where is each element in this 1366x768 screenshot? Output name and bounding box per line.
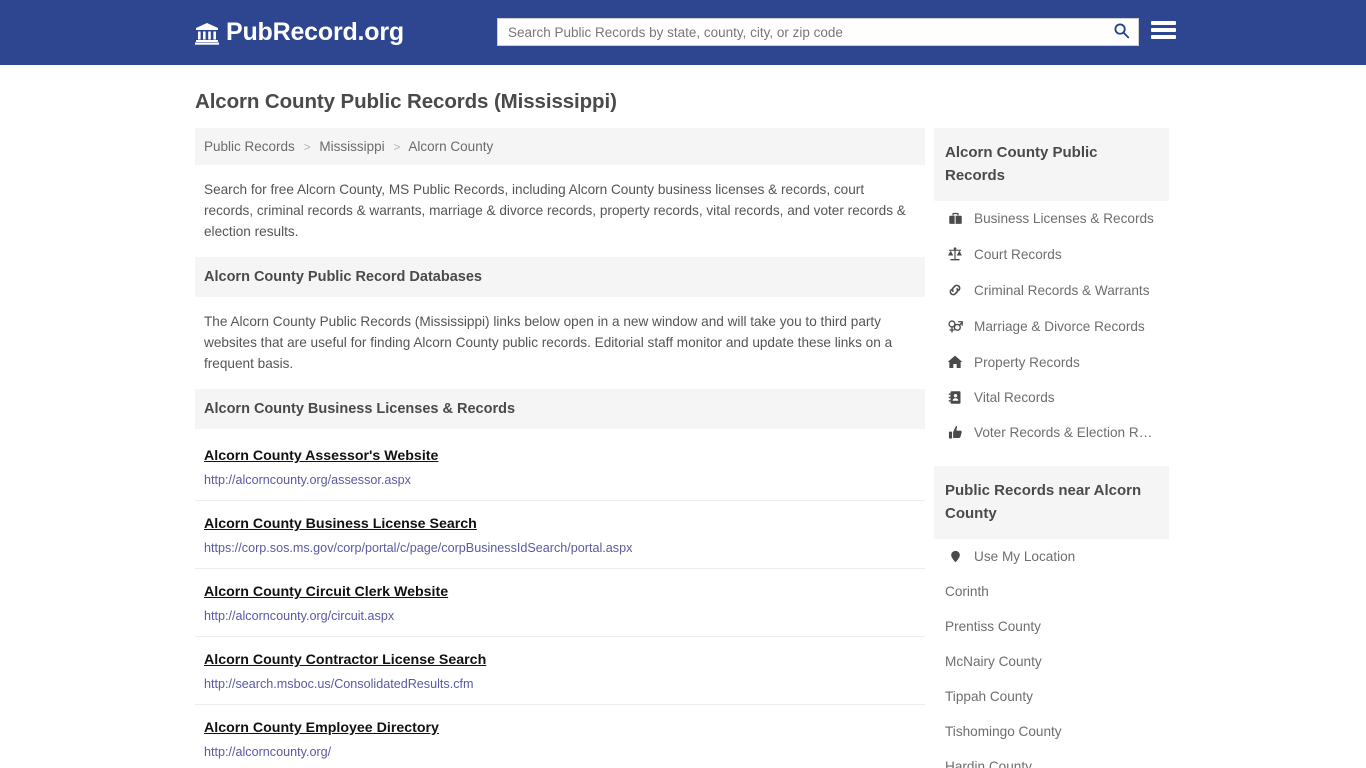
sidebar-records-list: Business Licenses & Records Court Record… (934, 201, 1169, 450)
search-bar (497, 18, 1139, 46)
search-icon (1113, 22, 1130, 42)
sidebar-item-vital-records[interactable]: Vital Records (934, 380, 1169, 415)
handcuffs-chain-icon (945, 282, 965, 298)
databases-paragraph: The Alcorn County Public Records (Missis… (204, 314, 893, 371)
sidebar-item-tishomingo-county[interactable]: Tishomingo County (934, 714, 1169, 749)
sidebar-item-tippah-county[interactable]: Tippah County (934, 679, 1169, 714)
sidebar-item-corinth[interactable]: Corinth (934, 574, 1169, 609)
hamburger-bar (1151, 35, 1176, 39)
sidebar-item-label: Corinth (945, 584, 989, 599)
sidebar-item-prentiss-county[interactable]: Prentiss County (934, 609, 1169, 644)
sidebar-item-label: McNairy County (945, 654, 1042, 669)
sidebar-item-label: Marriage & Divorce Records (974, 318, 1145, 334)
sidebar-item-mcnairy-county[interactable]: McNairy County (934, 644, 1169, 679)
list-item: Alcorn County Contractor License Search … (195, 637, 925, 705)
address-book-icon (945, 390, 965, 405)
list-item: Alcorn County Assessor's Website http://… (195, 429, 925, 501)
site-header: PubRecord.org (0, 0, 1366, 65)
record-link-url: http://alcorncounty.org/assessor.aspx (204, 473, 411, 487)
list-item: Alcorn County Business License Search ht… (195, 501, 925, 569)
sidebar-nearby-list: Use My Location Corinth Prentiss County … (934, 539, 1169, 768)
sidebar-item-label: Tippah County (945, 689, 1033, 704)
breadcrumb-separator: > (303, 140, 311, 154)
breadcrumb-item-alcorn-county[interactable]: Alcorn County (408, 139, 493, 154)
sidebar-item-label: Hardin County (945, 759, 1032, 768)
main-content: Public Records > Mississippi > Alcorn Co… (195, 128, 925, 768)
sidebar-item-court-records[interactable]: Court Records (934, 236, 1169, 272)
sidebar-nearby-heading: Public Records near Alcorn County (934, 466, 1169, 539)
sidebar-item-criminal-records[interactable]: Criminal Records & Warrants (934, 272, 1169, 308)
site-logo-link[interactable]: PubRecord.org (195, 18, 404, 47)
databases-section-heading: Alcorn County Public Record Databases (195, 257, 925, 297)
sidebar-item-label: Prentiss County (945, 619, 1041, 634)
breadcrumb: Public Records > Mississippi > Alcorn Co… (195, 128, 925, 165)
business-licenses-section-heading: Alcorn County Business Licenses & Record… (195, 389, 925, 429)
sidebar-nearby-card: Public Records near Alcorn County Use My… (934, 466, 1169, 768)
list-item: Alcorn County Circuit Clerk Website http… (195, 569, 925, 637)
record-link-title[interactable]: Alcorn County Employee Directory (204, 720, 439, 736)
record-link-list: Alcorn County Assessor's Website http://… (195, 429, 925, 768)
sidebar-item-label: Tishomingo County (945, 724, 1062, 739)
sidebar-item-label: Voter Records & Election R… (974, 425, 1153, 440)
list-item: Alcorn County Employee Directory http://… (195, 705, 925, 768)
sidebar-item-label: Business Licenses & Records (974, 211, 1154, 226)
record-link-url: http://alcorncounty.org/circuit.aspx (204, 609, 395, 623)
sidebar-item-label: Use My Location (974, 549, 1076, 564)
record-link-title[interactable]: Alcorn County Business License Search (204, 516, 477, 532)
sidebar-item-property-records[interactable]: Property Records (934, 344, 1169, 380)
sidebar-item-business-licenses[interactable]: Business Licenses & Records (934, 201, 1169, 236)
site-brand-name: PubRecord.org (226, 18, 404, 46)
breadcrumb-item-mississippi[interactable]: Mississippi (319, 139, 384, 154)
hamburger-bar (1151, 21, 1176, 25)
home-icon (945, 354, 965, 370)
sidebar-records-heading: Alcorn County Public Records (934, 128, 1169, 201)
search-button[interactable] (1104, 19, 1138, 45)
search-input[interactable] (498, 19, 1104, 45)
sidebar-item-label: Court Records (974, 246, 1062, 262)
record-link-title[interactable]: Alcorn County Circuit Clerk Website (204, 584, 448, 600)
balance-scale-icon (945, 246, 965, 262)
sidebar-item-marriage-divorce[interactable]: Marriage & Divorce Records (934, 308, 1169, 344)
content-columns: Public Records > Mississippi > Alcorn Co… (195, 128, 1366, 768)
hamburger-bar (1151, 28, 1176, 32)
sidebar-item-voter-records[interactable]: Voter Records & Election R… (934, 415, 1169, 450)
sidebar-records-card: Alcorn County Public Records Business Li… (934, 128, 1169, 450)
record-link-url: http://alcorncounty.org/ (204, 745, 332, 759)
sidebar-item-label: Property Records (974, 354, 1080, 370)
map-pin-icon (945, 549, 965, 564)
sidebar-item-label: Criminal Records & Warrants (974, 282, 1150, 298)
page-body: Alcorn County Public Records (Mississipp… (0, 65, 1366, 768)
page-title: Alcorn County Public Records (Mississipp… (195, 90, 617, 113)
sidebar-item-use-my-location[interactable]: Use My Location (934, 539, 1169, 574)
record-link-url: http://search.msboc.us/ConsolidatedResul… (204, 677, 474, 691)
briefcase-icon (945, 211, 965, 226)
breadcrumb-item-public-records[interactable]: Public Records (204, 139, 295, 154)
record-link-url: https://corp.sos.ms.gov/corp/portal/c/pa… (204, 541, 633, 555)
sidebar-item-label: Vital Records (974, 390, 1055, 405)
sidebar: Alcorn County Public Records Business Li… (934, 128, 1169, 768)
hamburger-menu-icon[interactable] (1151, 19, 1176, 41)
intro-paragraph: Search for free Alcorn County, MS Public… (204, 182, 906, 239)
record-link-title[interactable]: Alcorn County Assessor's Website (204, 448, 438, 464)
thumbs-up-icon (945, 425, 965, 440)
breadcrumb-separator: > (393, 140, 401, 154)
sidebar-item-hardin-county[interactable]: Hardin County (934, 749, 1169, 768)
venus-mars-icon (945, 318, 965, 334)
record-link-title[interactable]: Alcorn County Contractor License Search (204, 652, 486, 668)
bank-columns-icon (195, 21, 219, 45)
